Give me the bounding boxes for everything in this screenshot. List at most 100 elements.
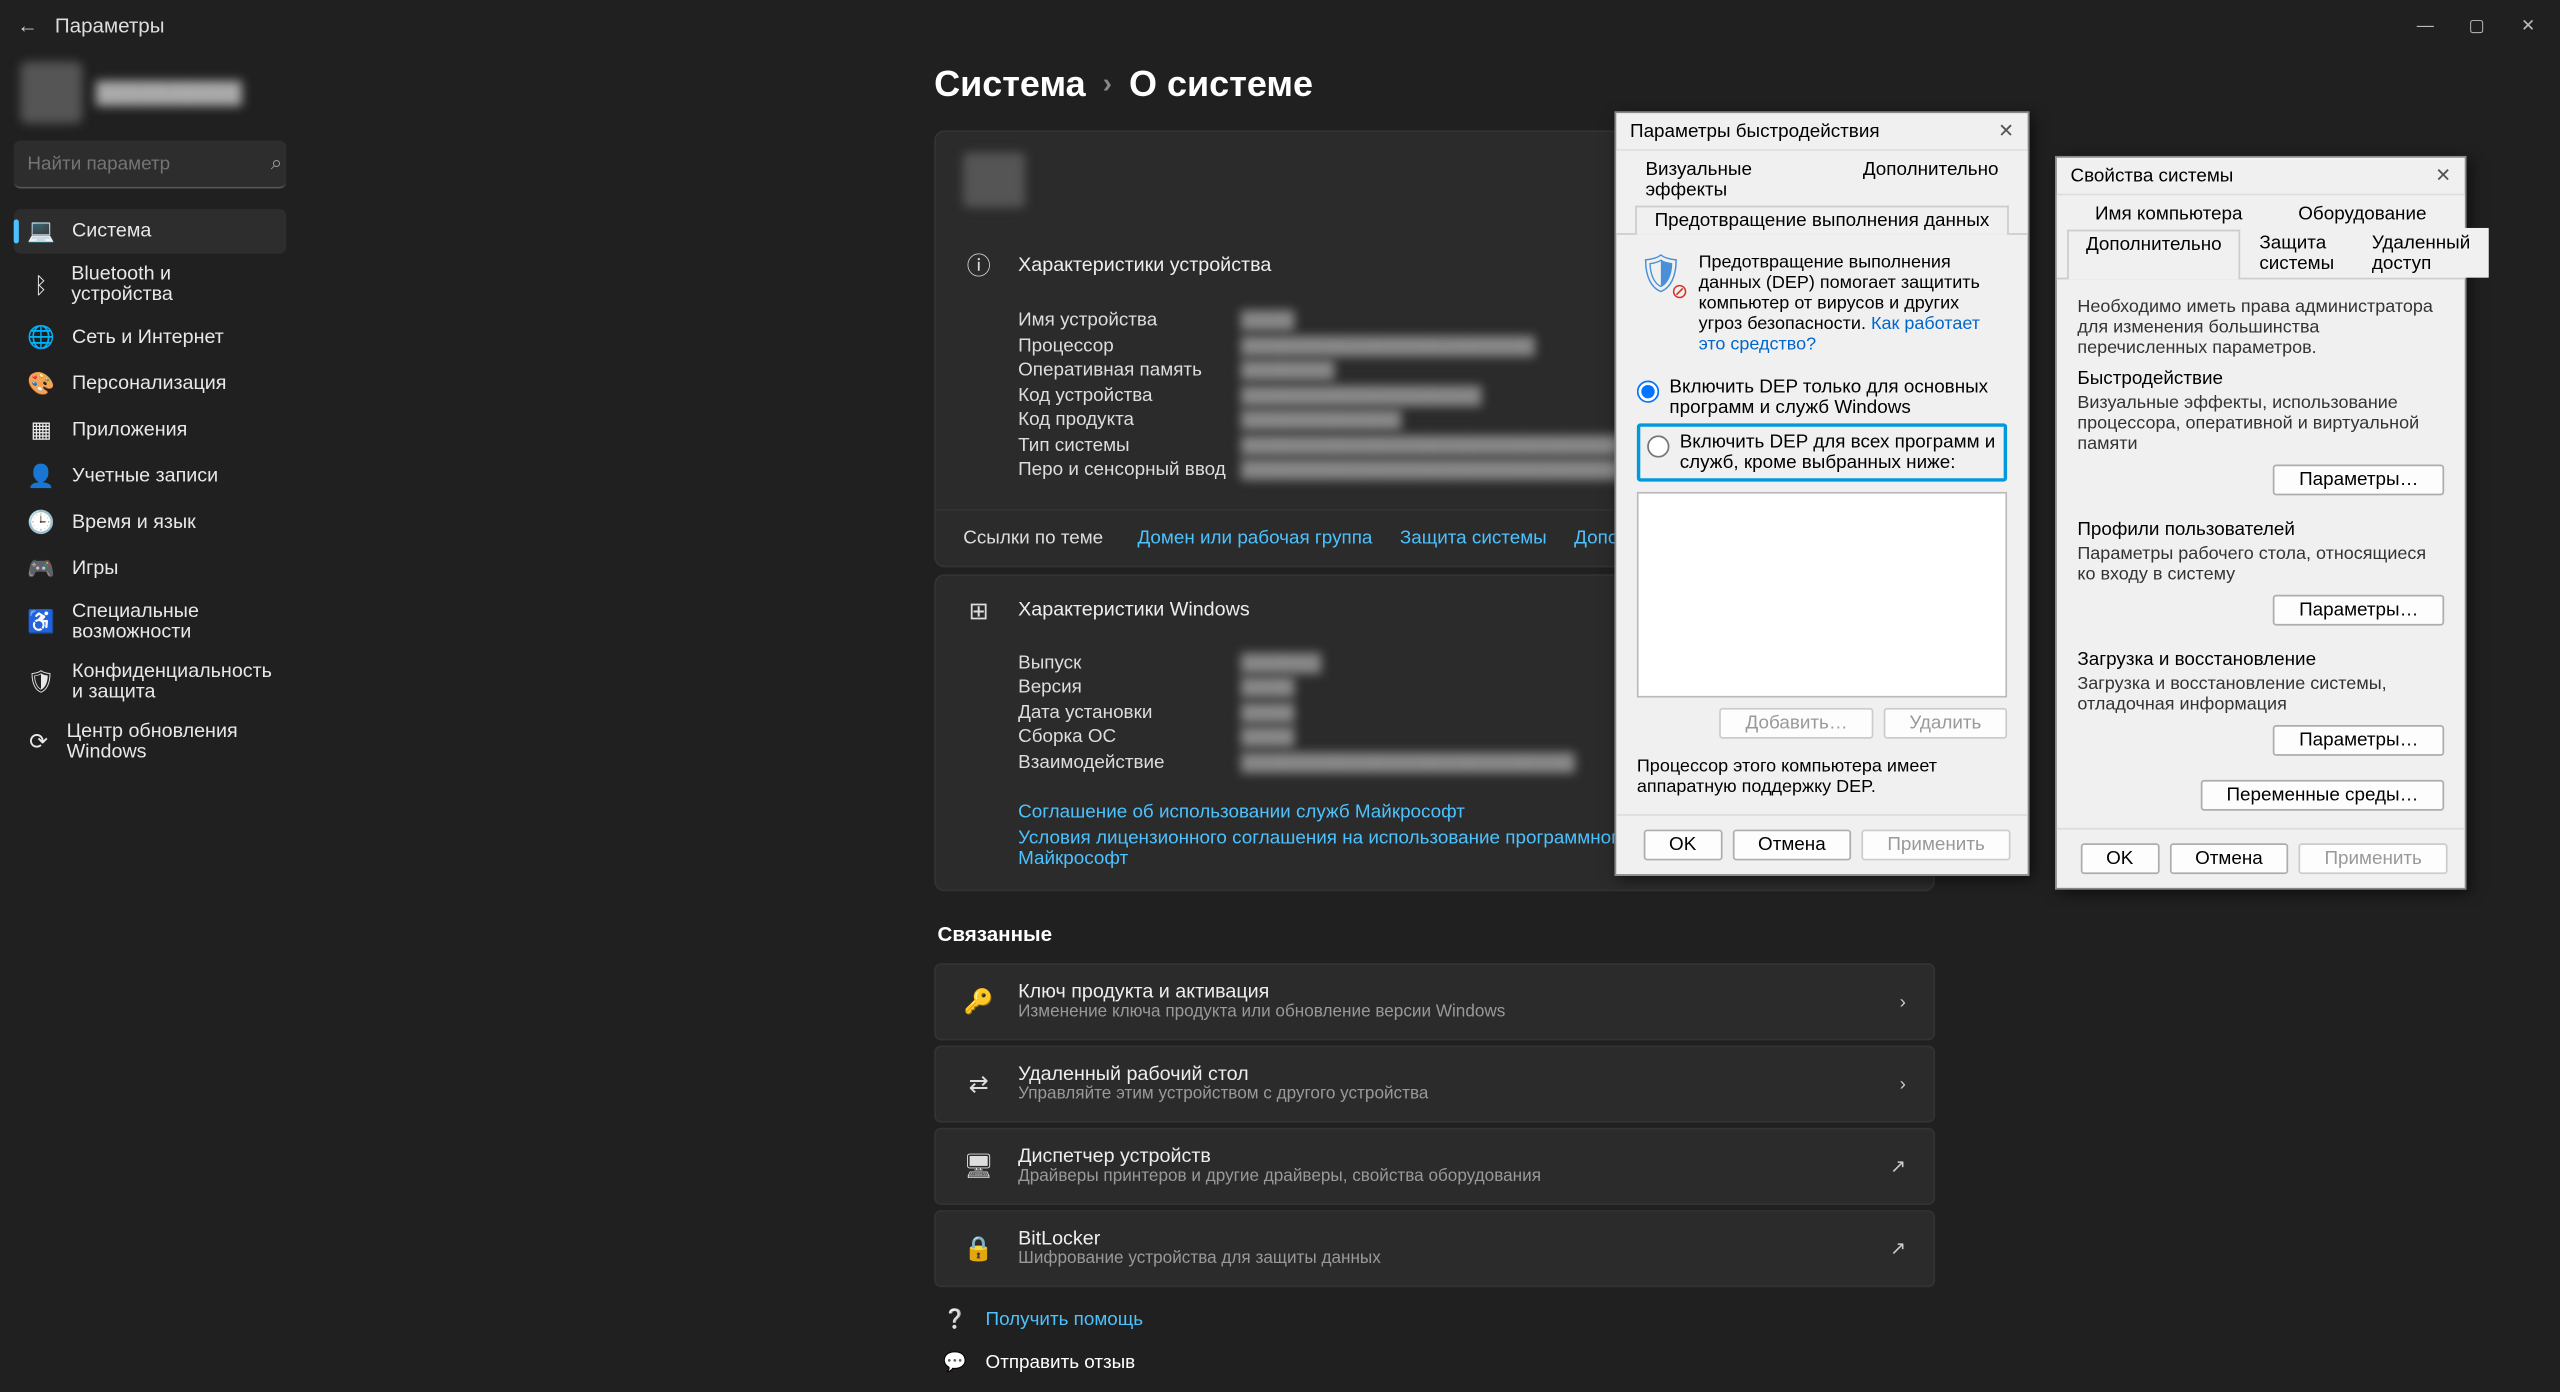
env-vars-button[interactable]: Переменные среды…: [2201, 780, 2444, 811]
dep-exclusion-list[interactable]: [1637, 492, 2007, 698]
nav-label: Центр обновления Windows: [67, 722, 273, 763]
spec-key: Взаимодействие: [1018, 752, 1241, 773]
tab-remote[interactable]: Удаленный доступ: [2353, 228, 2489, 278]
close-button[interactable]: ✕: [2502, 0, 2553, 51]
nav-label: Приложения: [72, 420, 187, 441]
sysprops-title: Свойства системы: [2071, 165, 2234, 186]
ok-button[interactable]: OK: [2080, 843, 2159, 874]
tab-dep[interactable]: Предотвращение выполнения данных: [1636, 206, 2008, 235]
cancel-button[interactable]: Отмена: [1732, 830, 1851, 861]
link-domain[interactable]: Домен или рабочая группа: [1137, 527, 1372, 548]
dep-radio-essential-input[interactable]: [1637, 381, 1659, 403]
related-card-3[interactable]: 🔒BitLockerШифрование устройства для защи…: [934, 1210, 1935, 1287]
related-card-2[interactable]: 🖥Диспетчер устройствДрайверы принтеров и…: [934, 1128, 1935, 1205]
related-subtitle: Управляйте этим устройством с другого ус…: [1018, 1085, 1428, 1104]
nav-icon: 🎨: [27, 370, 54, 397]
feedback-link[interactable]: 💬 Отправить отзыв: [934, 1351, 1935, 1373]
sidebar-item-9[interactable]: 🛡Конфиденциальность и защита: [14, 653, 287, 711]
chevron-right-icon: ›: [1103, 70, 1112, 101]
ok-button[interactable]: OK: [1643, 830, 1722, 861]
sidebar-item-7[interactable]: 🎮 Игры: [14, 547, 287, 592]
tab-visual-effects[interactable]: Визуальные эффекты: [1627, 154, 1844, 204]
search-box[interactable]: ⌕: [14, 141, 287, 189]
chevron-icon: ↗: [1890, 1155, 1906, 1177]
spec-key: Версия: [1018, 677, 1241, 698]
breadcrumb: Система › О системе: [934, 65, 1935, 106]
avatar: [21, 62, 83, 124]
device-specs-title: Характеристики устройства: [1018, 255, 1271, 276]
system-properties-dialog: Свойства системы ✕ Имя компьютера Оборуд…: [2055, 156, 2466, 890]
tab-advanced[interactable]: Дополнительно: [1844, 154, 2017, 204]
profiles-settings-button[interactable]: Параметры…: [2273, 595, 2444, 626]
tab-hardware[interactable]: Оборудование: [2279, 199, 2445, 228]
profile-block[interactable]: ██████████: [14, 51, 287, 140]
profiles-group-title: Профили пользователей: [2077, 519, 2444, 540]
admin-note: Необходимо иметь права администратора дл…: [2077, 297, 2444, 359]
dep-radio-all-input[interactable]: [1647, 435, 1669, 457]
spec-key: Оперативная память: [1018, 360, 1241, 381]
delete-button: Удалить: [1884, 708, 2007, 739]
related-icon: ⇄: [963, 1070, 994, 1099]
search-icon: ⌕: [271, 151, 283, 177]
related-card-1[interactable]: ⇄Удаленный рабочий столУправляйте этим у…: [934, 1046, 1935, 1123]
sidebar-item-8[interactable]: ♿ Специальные возможности: [14, 593, 287, 651]
search-input[interactable]: [27, 153, 270, 174]
related-card-0[interactable]: 🔑Ключ продукта и активацияИзменение ключ…: [934, 963, 1935, 1040]
sidebar-item-6[interactable]: 🕒Время и язык: [14, 500, 287, 545]
sidebar-item-1[interactable]: ᛒ Bluetooth и устройства: [14, 255, 287, 313]
nav-label: Bluetooth и устройства: [71, 264, 272, 305]
related-title: Диспетчер устройств: [1018, 1147, 1541, 1168]
info-icon: ⓘ: [963, 249, 994, 283]
profile-name: ██████████: [96, 81, 242, 105]
tab-computer-name[interactable]: Имя компьютера: [2076, 199, 2261, 228]
get-help-link[interactable]: ❔ Получить помощь: [934, 1308, 1935, 1330]
sidebar-item-5[interactable]: 👤Учетные записи: [14, 454, 287, 499]
perf-settings-button[interactable]: Параметры…: [2273, 464, 2444, 495]
breadcrumb-root[interactable]: Система: [934, 65, 1086, 106]
spec-key: Перо и сенсорный ввод: [1018, 459, 1241, 480]
minimize-button[interactable]: —: [2400, 0, 2451, 51]
dep-radio-essential[interactable]: Включить DEP только для основных програм…: [1637, 372, 2007, 423]
close-icon[interactable]: ✕: [2435, 165, 2451, 187]
apply-button: Применить: [1862, 830, 2011, 861]
boot-group-title: Загрузка и восстановление: [2077, 650, 2444, 671]
nav-icon: 🎮: [27, 555, 54, 582]
nav-icon: ᛒ: [27, 271, 54, 298]
tab-system-protection[interactable]: Защита системы: [2240, 228, 2353, 278]
maximize-button[interactable]: ▢: [2451, 0, 2502, 51]
perf-group-desc: Визуальные эффекты, использование процес…: [2077, 393, 2444, 455]
sidebar-item-3[interactable]: 🎨 Персонализация: [14, 362, 287, 407]
sidebar-item-0[interactable]: 💻Система: [14, 209, 287, 254]
windows-specs-title: Характеристики Windows: [1018, 600, 1250, 621]
nav-label: Специальные возможности: [72, 602, 273, 643]
apply-button: Применить: [2299, 843, 2448, 874]
link-system-protection[interactable]: Защита системы: [1400, 527, 1547, 548]
spec-key: Код продукта: [1018, 410, 1241, 431]
nav-label: Конфиденциальность и защита: [72, 662, 273, 703]
related-icon: 🖥: [963, 1152, 994, 1181]
nav-label: Игры: [72, 559, 118, 580]
nav-icon: ♿: [27, 608, 54, 635]
perf-group-title: Быстродействие: [2077, 369, 2444, 390]
chevron-icon: ↗: [1890, 1238, 1906, 1260]
spec-key: Выпуск: [1018, 652, 1241, 673]
related-icon: 🔑: [963, 987, 994, 1016]
dep-hw-note: Процессор этого компьютера имеет аппарат…: [1637, 756, 2007, 797]
spec-key: Сборка ОС: [1018, 727, 1241, 748]
sidebar-item-4[interactable]: ▦Приложения: [14, 408, 287, 453]
related-icon: 🔒: [963, 1234, 994, 1263]
tab-advanced[interactable]: Дополнительно: [2067, 230, 2240, 280]
boot-settings-button[interactable]: Параметры…: [2273, 725, 2444, 756]
nav-icon: 🌐: [27, 324, 54, 351]
related-title: BitLocker: [1018, 1229, 1381, 1250]
nav-icon: ⟳: [27, 728, 49, 755]
back-button[interactable]: ←: [7, 14, 48, 38]
chevron-icon: ›: [1900, 1074, 1906, 1095]
sidebar-item-2[interactable]: 🌐Сеть и Интернет: [14, 315, 287, 360]
close-icon[interactable]: ✕: [1998, 120, 2014, 142]
nav-label: Персонализация: [72, 374, 226, 395]
dep-radio-all[interactable]: Включить DEP для всех программ и служб, …: [1637, 423, 2007, 481]
cancel-button[interactable]: Отмена: [2169, 843, 2288, 874]
sidebar-item-10[interactable]: ⟳ Центр обновления Windows: [14, 713, 287, 771]
breadcrumb-page: О системе: [1129, 65, 1313, 106]
